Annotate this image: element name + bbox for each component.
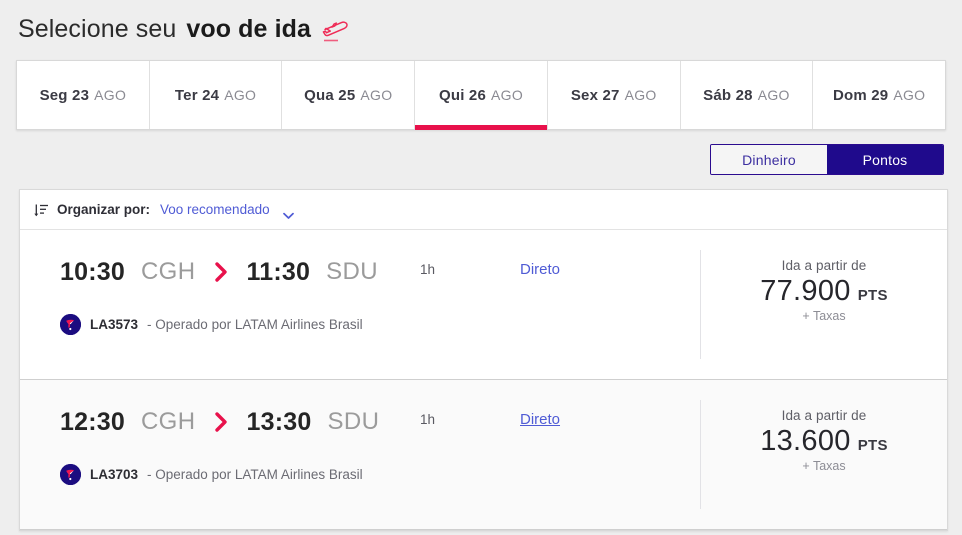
- latam-logo-icon: [60, 464, 81, 485]
- flight-number: LA3573: [90, 317, 139, 332]
- price-amount: 13.600: [760, 425, 851, 457]
- price-main: 77.900 PTS: [760, 275, 888, 308]
- date-tab-month: AGO: [624, 87, 657, 103]
- latam-logo-icon: [60, 314, 81, 335]
- currency-toggle-row: Dinheiro Pontos: [0, 130, 962, 175]
- date-tab-2[interactable]: Qua 25 AGO: [282, 61, 416, 129]
- arrive-time: 13:30: [246, 407, 312, 436]
- stops-link[interactable]: Direto: [520, 261, 560, 278]
- arrow-right-icon: [213, 260, 230, 284]
- date-tab-month: AGO: [757, 87, 790, 103]
- date-tab-month: AGO: [94, 87, 127, 103]
- page-title-light: Selecione seu: [18, 14, 177, 43]
- date-tab-4[interactable]: Sex 27 AGO: [547, 61, 681, 129]
- depart-time: 10:30: [60, 257, 125, 286]
- flight-price[interactable]: Ida a partir de 77.900 PTS + Taxas: [701, 230, 947, 379]
- date-tab-5[interactable]: Sáb 28 AGO: [680, 61, 814, 129]
- sort-icon: [34, 203, 49, 218]
- date-tab-day: Sex 27: [570, 86, 620, 104]
- price-main: 13.600 PTS: [760, 425, 888, 458]
- page-title-bold: voo de ida: [186, 14, 311, 43]
- depart-airport-code: CGH: [140, 258, 196, 285]
- date-tab-month: AGO: [491, 87, 524, 103]
- sort-label: Organizar por:: [57, 202, 151, 217]
- flight-times: 10:30 CGH 11:30 SDU: [60, 252, 420, 292]
- date-tab-day: Seg 23: [39, 86, 90, 104]
- flight-itinerary: 12:30 CGH 13:30 SDU LA3703 - Operado por…: [20, 380, 420, 529]
- price-taxes-note: + Taxas: [802, 459, 846, 473]
- date-tab-month: AGO: [893, 87, 926, 103]
- date-tab-1[interactable]: Ter 24 AGO: [149, 61, 283, 129]
- price-amount: 77.900: [760, 275, 851, 307]
- flight-stops: Direto: [520, 380, 700, 529]
- chevron-down-icon[interactable]: [282, 207, 294, 219]
- flight-itinerary: 10:30 CGH 11:30 SDU LA3573 - Operado por…: [20, 230, 420, 379]
- flight-operator: LA3573 - Operado por LATAM Airlines Bras…: [60, 314, 420, 335]
- date-tab-month: AGO: [360, 87, 393, 103]
- currency-toggle: Dinheiro Pontos: [710, 144, 944, 175]
- page-title: Selecione seu voo de ida: [0, 0, 962, 48]
- flight-results-card: Organizar por: Voo recomendado 10:30 CGH…: [19, 189, 948, 531]
- date-tab-day: Sáb 28: [703, 86, 753, 104]
- operator-text: - Operado por LATAM Airlines Brasil: [147, 467, 363, 482]
- flight-number: LA3703: [90, 467, 139, 482]
- depart-airport-code: CGH: [140, 408, 196, 435]
- flight-row[interactable]: 10:30 CGH 11:30 SDU LA3573 - Operado por…: [20, 230, 947, 380]
- sort-bar: Organizar por: Voo recomendado: [20, 190, 947, 230]
- flight-duration: 1h: [420, 262, 436, 277]
- operator-text: - Operado por LATAM Airlines Brasil: [147, 317, 363, 332]
- date-tab-day: Qua 25: [304, 86, 356, 104]
- price-unit: PTS: [857, 287, 888, 304]
- price-from-label: Ida a partir de: [781, 258, 867, 273]
- date-tabs: Seg 23 AGO Ter 24 AGO Qua 25 AGO Qui 26 …: [16, 60, 946, 130]
- date-tab-day: Dom 29: [832, 86, 889, 104]
- price-unit: PTS: [857, 437, 888, 454]
- arrive-time: 11:30: [246, 257, 311, 286]
- arrive-airport-code: SDU: [327, 408, 380, 435]
- price-from-label: Ida a partir de: [781, 408, 867, 423]
- flight-times: 12:30 CGH 13:30 SDU: [60, 402, 420, 442]
- flight-price[interactable]: Ida a partir de 13.600 PTS + Taxas: [701, 380, 947, 529]
- arrive-airport-code: SDU: [326, 258, 378, 285]
- date-tab-day: Qui 26: [438, 86, 487, 104]
- flight-stops: Direto: [520, 230, 700, 379]
- price-taxes-note: + Taxas: [802, 309, 846, 323]
- date-tab-0[interactable]: Seg 23 AGO: [17, 61, 150, 129]
- flight-operator: LA3703 - Operado por LATAM Airlines Bras…: [60, 464, 420, 485]
- flight-row[interactable]: 12:30 CGH 13:30 SDU LA3703 - Operado por…: [20, 380, 947, 530]
- depart-time: 12:30: [60, 407, 125, 436]
- toggle-cash-button[interactable]: Dinheiro: [711, 145, 827, 174]
- stops-link[interactable]: Direto: [520, 411, 560, 428]
- date-tab-3-selected[interactable]: Qui 26 AGO: [415, 61, 548, 130]
- date-tab-month: AGO: [224, 87, 257, 103]
- date-tab-day: Ter 24: [174, 86, 220, 104]
- arrow-right-icon: [213, 410, 230, 434]
- flight-duration: 1h: [420, 412, 436, 427]
- toggle-points-button[interactable]: Pontos: [827, 145, 943, 174]
- date-tab-6[interactable]: Dom 29 AGO: [813, 61, 946, 129]
- plane-takeoff-icon: [321, 18, 351, 44]
- sort-value-dropdown[interactable]: Voo recomendado: [160, 202, 270, 217]
